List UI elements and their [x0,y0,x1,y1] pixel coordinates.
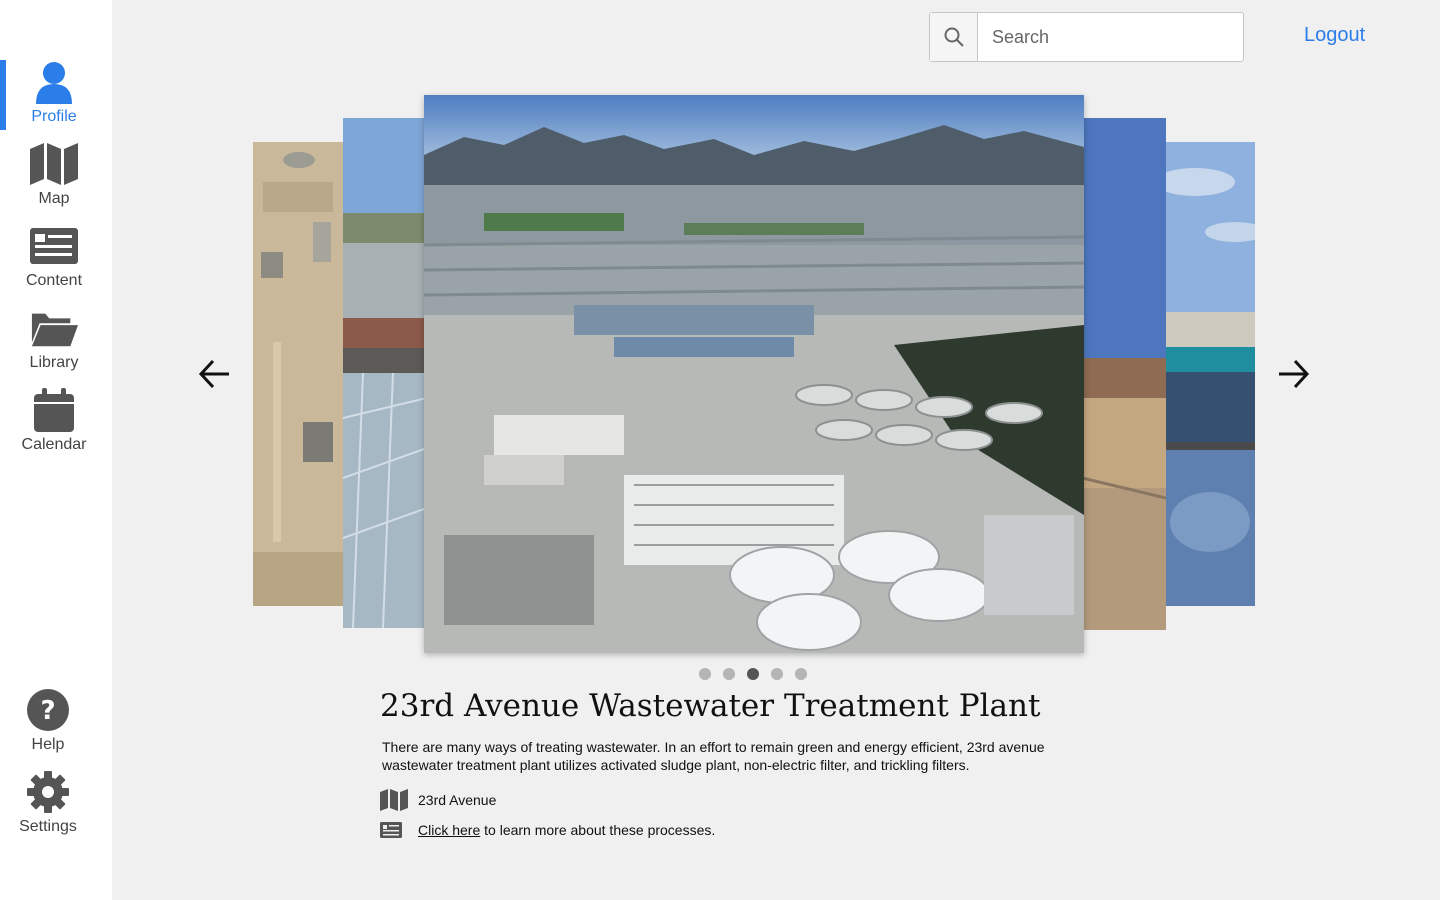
search-box [929,12,1244,62]
nav-item-library[interactable]: Library [0,304,108,384]
carousel-slide-2[interactable] [343,118,427,628]
svg-text:?: ? [40,696,55,726]
location-row: 23rd Avenue [380,789,496,811]
nav-label-profile: Profile [31,108,77,125]
carousel-dot-5[interactable] [795,668,807,680]
search-icon[interactable] [930,13,978,61]
nav-item-help[interactable]: ? Help [0,686,96,766]
carousel-dot-2[interactable] [723,668,735,680]
map-icon [380,789,408,811]
question-circle-icon: ? [24,686,72,734]
person-icon [30,58,78,106]
newspaper-icon [380,819,408,841]
nav-label-library: Library [29,354,79,371]
carousel-dot-3[interactable] [747,668,759,680]
carousel-slide-4[interactable] [1082,118,1166,630]
carousel-slide-active[interactable] [424,95,1084,653]
carousel-slide-1[interactable] [253,142,345,606]
map-icon [30,140,78,188]
location-text: 23rd Avenue [418,792,497,808]
nav-label-content: Content [25,272,83,289]
carousel-dot-4[interactable] [771,668,783,680]
learn-more-suffix: to learn more about these processes. [480,822,716,838]
gear-icon [24,768,72,816]
nav-label-settings: Settings [19,818,77,835]
folder-open-icon [30,304,78,352]
next-arrow-icon[interactable] [1275,356,1311,392]
plant-description: There are many ways of treating wastewat… [382,739,1045,773]
nav-item-calendar[interactable]: Calendar [0,386,108,466]
search-input[interactable] [978,13,1243,61]
learn-more-row: Click here to learn more about these pro… [380,819,715,841]
carousel-slide-5[interactable] [1165,142,1255,606]
nav-item-map[interactable]: Map [0,140,108,220]
calendar-icon [30,386,78,434]
carousel-pagination [699,668,807,680]
sidebar: Profile Map Content Library Calendar ? H… [0,0,112,900]
newspaper-icon [30,222,78,270]
nav-label-calendar: Calendar [21,436,87,453]
nav-label-help: Help [31,736,65,753]
carousel-dot-1[interactable] [699,668,711,680]
nav-label-map: Map [38,190,70,207]
learn-more-link[interactable]: Click here [418,822,480,838]
plant-title: 23rd Avenue Wastewater Treatment Plant [380,688,1041,724]
nav-item-profile[interactable]: Profile [0,58,108,138]
nav-item-settings[interactable]: Settings [0,768,96,848]
prev-arrow-icon[interactable] [197,356,233,392]
logout-button[interactable]: Logout [1304,24,1365,47]
nav-item-content[interactable]: Content [0,222,108,302]
